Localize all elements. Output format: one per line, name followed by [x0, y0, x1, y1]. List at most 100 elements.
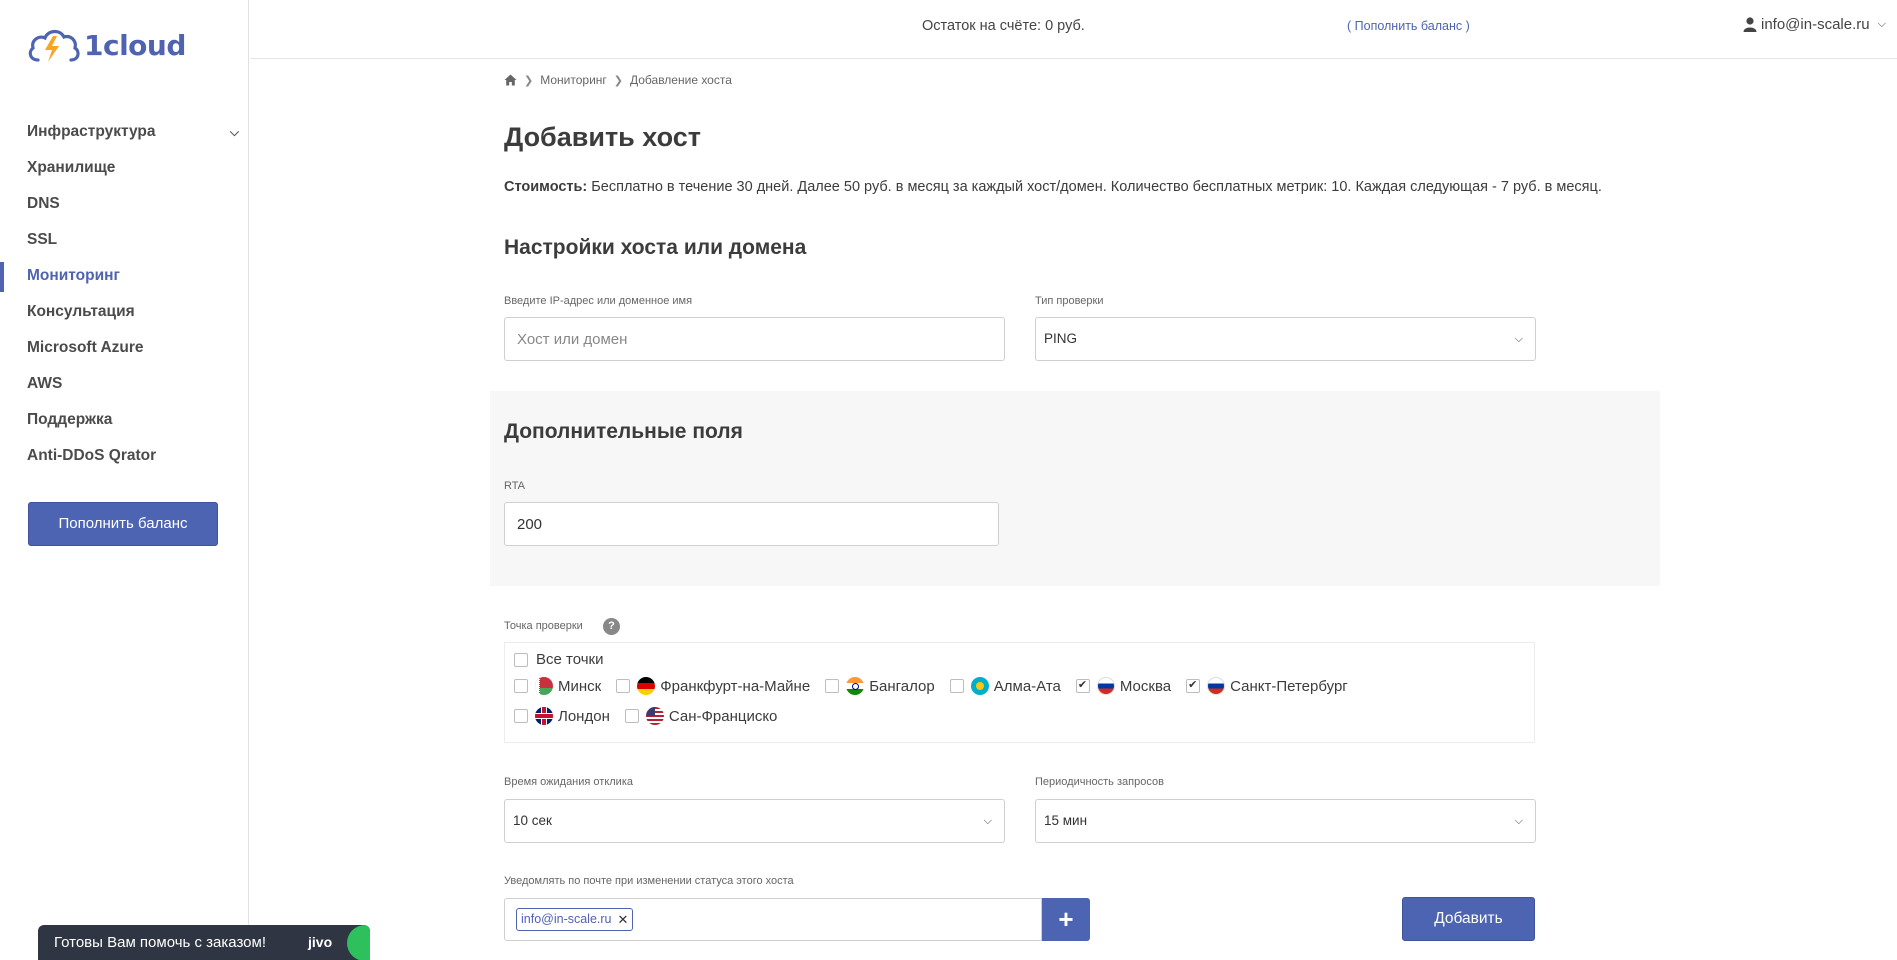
sidebar-item-label: Anti-DDoS Qrator	[27, 447, 157, 464]
checkbox[interactable]	[616, 679, 631, 693]
topup-balance-button[interactable]: Пополнить баланс	[28, 502, 218, 546]
sidebar-item-label: AWS	[27, 375, 63, 392]
rta-label: RTA	[504, 480, 525, 492]
uk-flag-icon	[535, 707, 553, 725]
checkbox-checked[interactable]	[1186, 678, 1201, 693]
breadcrumb-monitoring[interactable]: Мониторинг	[540, 73, 607, 87]
sidebar-item-monitoring[interactable]: Мониторинг	[0, 258, 249, 294]
check-points-row-1: Минск Франкфурт-на-Майне Бангалор Алма-А…	[514, 677, 1363, 695]
check-point-london[interactable]: Лондон	[514, 707, 610, 725]
all-points-label: Все точки	[536, 651, 604, 668]
sidebar-item-label: Консультация	[27, 303, 135, 320]
close-icon[interactable]: ✕	[618, 909, 629, 930]
check-point-frankfurt[interactable]: Франкфурт-на-Майне	[616, 677, 810, 695]
check-point-minsk[interactable]: Минск	[514, 677, 601, 695]
sidebar-item-label: SSL	[27, 231, 58, 248]
usa-flag-icon	[645, 707, 664, 725]
check-point-label: Сан-Франциско	[668, 707, 778, 725]
checkbox-checked[interactable]	[1075, 678, 1090, 693]
check-point-label: Лондон	[558, 707, 610, 725]
check-type-label: Тип проверки	[1035, 295, 1104, 307]
chevron-down-icon: ⌵	[983, 815, 992, 827]
account-menu[interactable]: info@in-scale.ru ⌵	[1743, 16, 1886, 33]
russia-flag-icon	[1207, 677, 1226, 695]
sidebar-item-anti-ddos[interactable]: Anti-DDoS Qrator	[0, 438, 249, 474]
home-icon[interactable]	[504, 74, 517, 86]
timeout-select[interactable]: 10 сек ⌵	[504, 799, 1005, 843]
sidebar-item-label: DNS	[27, 195, 60, 212]
checkbox[interactable]	[514, 709, 528, 723]
chevron-down-icon: ⌵	[229, 125, 239, 139]
sidebar-item-azure[interactable]: Microsoft Azure	[0, 330, 249, 366]
check-point-almaty[interactable]: Алма-Ата	[949, 677, 1061, 695]
check-type-select[interactable]: PING ⌵	[1035, 317, 1536, 361]
sidebar-nav: Инфраструктура ⌵ Хранилище DNS SSL Монит…	[0, 114, 249, 474]
check-point-bangalore[interactable]: Бангалор	[825, 677, 935, 695]
check-point-saint-petersburg[interactable]: Санкт-Петербург	[1186, 677, 1348, 695]
check-point-label: Бангалор	[869, 677, 935, 695]
sidebar-item-consulting[interactable]: Консультация	[0, 294, 249, 330]
sidebar-item-storage[interactable]: Хранилище	[0, 150, 249, 186]
all-points-checkbox[interactable]	[514, 652, 528, 667]
timeout-value: 10 сек	[513, 813, 552, 828]
interval-label: Периодичность запросов	[1035, 776, 1164, 788]
chevron-down-icon: ⌵	[1514, 333, 1523, 345]
header: Остаток на счёте: 0 руб. ( Пополнить бал…	[250, 0, 1897, 59]
germany-flag-icon	[637, 677, 656, 695]
sidebar-item-label: Инфраструктура	[27, 123, 156, 140]
notify-label: Уведомлять по почте при изменении статус…	[504, 875, 794, 887]
sidebar-item-aws[interactable]: AWS	[0, 366, 249, 402]
host-field-label: Введите IP-адрес или доменное имя	[504, 295, 693, 307]
check-point-san-francisco[interactable]: Сан-Франциско	[624, 707, 778, 725]
checkbox[interactable]	[949, 679, 964, 693]
sidebar-item-ssl[interactable]: SSL	[0, 222, 249, 258]
sidebar-item-support[interactable]: Поддержка	[0, 402, 249, 438]
check-points-row-2: Лондон Сан-Франциско	[514, 707, 792, 725]
balance-text: Остаток на счёте: 0 руб.	[922, 18, 1085, 34]
logo-text: 1cloud	[84, 28, 186, 62]
interval-value: 15 мин	[1044, 813, 1088, 828]
cloud-bolt-icon	[28, 29, 80, 62]
page-title: Добавить хост	[504, 122, 701, 152]
email-tag-text: info@in-scale.ru	[521, 912, 612, 926]
check-type-value: PING	[1044, 331, 1078, 346]
rta-input[interactable]	[504, 502, 999, 546]
check-point-label: Алма-Ата	[993, 677, 1061, 695]
logo[interactable]: 1cloud	[26, 24, 186, 66]
check-point-moscow[interactable]: Москва	[1075, 677, 1172, 695]
sidebar-item-label: Поддержка	[27, 411, 113, 428]
chat-brand: jivo	[308, 934, 333, 950]
russia-flag-icon	[1096, 677, 1115, 695]
chat-status-icon	[347, 925, 370, 960]
check-point-all[interactable]: Все точки	[514, 651, 604, 668]
breadcrumb: ❯ Мониторинг ❯ Добавление хоста	[504, 73, 732, 87]
chat-text: Готовы Вам помочь с заказом!	[54, 934, 266, 951]
extra-fields-title: Дополнительные поля	[504, 420, 743, 443]
breadcrumb-separator-icon: ❯	[524, 74, 534, 87]
email-tag: info@in-scale.ru ✕	[516, 908, 634, 931]
sidebar-item-label: Мониторинг	[27, 267, 120, 284]
cost-label: Стоимость:	[504, 179, 588, 195]
add-email-button[interactable]: +	[1042, 898, 1090, 941]
chat-widget[interactable]: Готовы Вам помочь с заказом! jivo	[38, 925, 370, 960]
user-icon	[1743, 17, 1757, 32]
topup-balance-link[interactable]: ( Пополнить баланс )	[1347, 19, 1470, 33]
breadcrumb-separator-icon: ❯	[613, 74, 623, 87]
host-input[interactable]	[504, 317, 1005, 361]
interval-select[interactable]: 15 мин ⌵	[1035, 799, 1536, 843]
cost-description: Стоимость: Бесплатно в течение 30 дней. …	[504, 179, 1644, 196]
sidebar-item-infrastructure[interactable]: Инфраструктура ⌵	[0, 114, 249, 150]
check-point-label: Точка проверки	[504, 620, 583, 632]
check-point-label: Москва	[1119, 677, 1172, 695]
checkbox[interactable]	[624, 709, 639, 723]
add-host-button[interactable]: Добавить	[1402, 897, 1535, 941]
checkbox[interactable]	[514, 679, 528, 693]
host-settings-title: Настройки хоста или домена	[504, 236, 807, 259]
notify-email-field[interactable]: info@in-scale.ru ✕	[504, 898, 1042, 941]
help-icon[interactable]: ?	[603, 618, 620, 635]
sidebar-item-dns[interactable]: DNS	[0, 186, 249, 222]
kazakhstan-flag-icon	[970, 677, 989, 695]
check-points-box: Все точки Минск Франкфурт-на-Майне Банга…	[504, 642, 1535, 743]
checkbox[interactable]	[825, 679, 840, 693]
account-email: info@in-scale.ru	[1761, 16, 1870, 33]
